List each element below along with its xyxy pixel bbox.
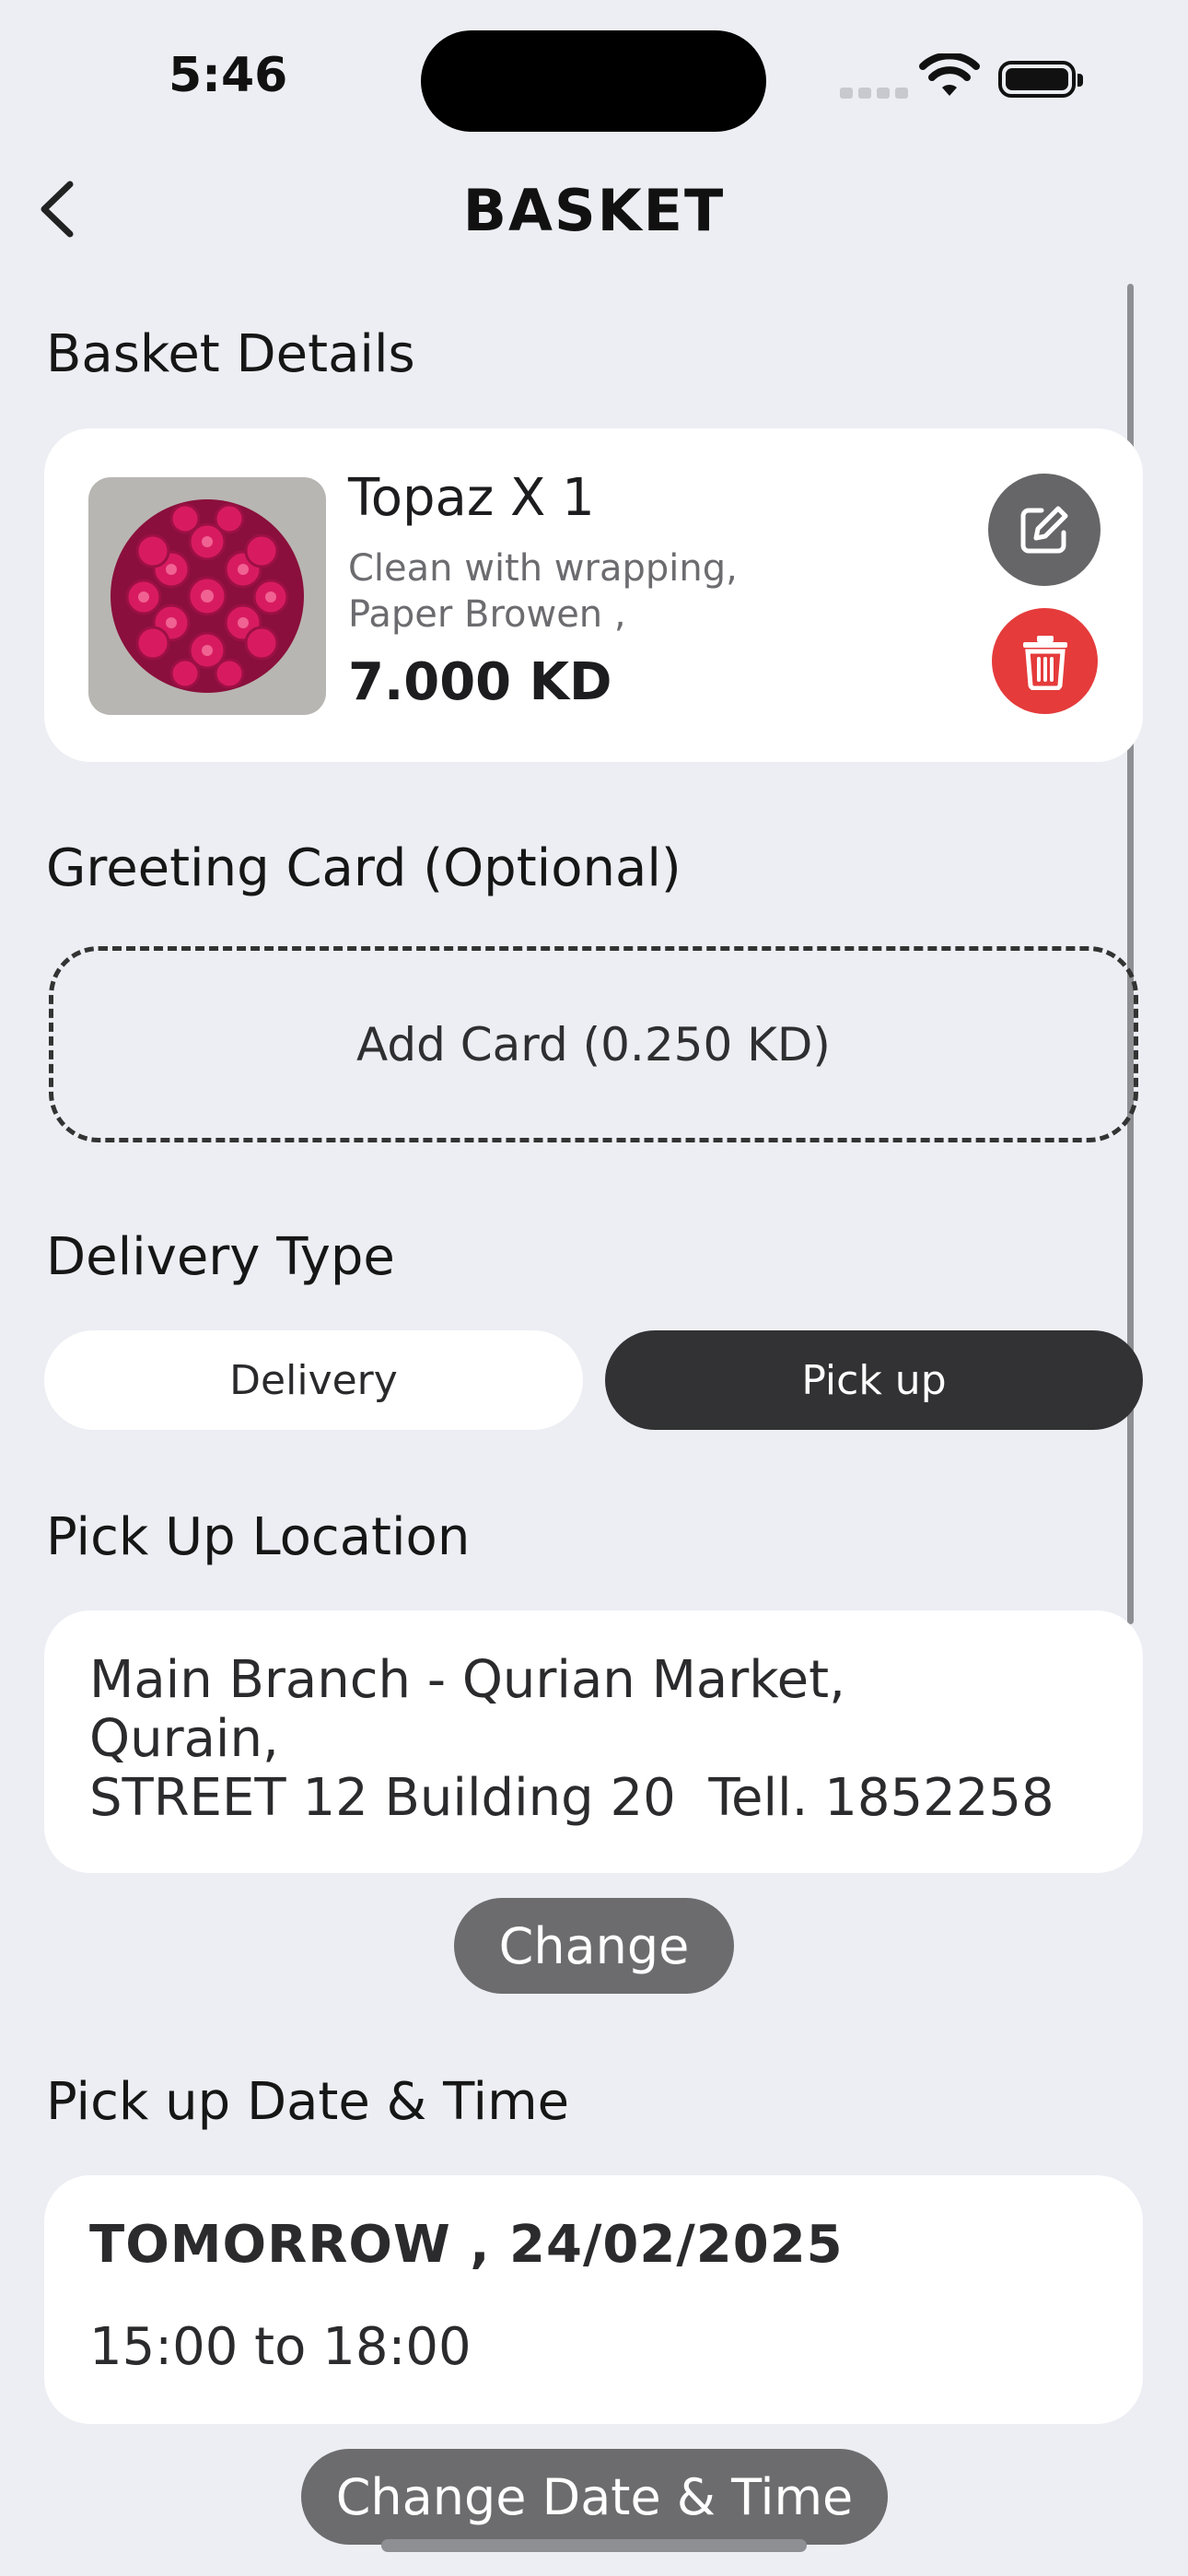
- delivery-option[interactable]: Delivery: [44, 1330, 583, 1430]
- product-description-line: Clean with wrapping,: [348, 547, 738, 590]
- edit-icon: [1020, 506, 1068, 554]
- delete-item-button[interactable]: [992, 608, 1098, 714]
- battery-icon: [998, 61, 1083, 98]
- address-line: STREET 12 Building 20 Tell. 1852258: [89, 1768, 1054, 1828]
- change-location-button[interactable]: Change: [454, 1898, 734, 1994]
- pickup-date-title: Pick up Date & Time: [46, 2072, 570, 2132]
- product-name: Topaz X 1: [348, 468, 595, 528]
- edit-item-button[interactable]: [988, 474, 1101, 586]
- product-description-line: Paper Browen ,: [348, 593, 626, 636]
- greeting-card-title: Greeting Card (Optional): [46, 838, 681, 898]
- product-description: Clean with wrapping, Paper Browen ,: [348, 545, 738, 638]
- address-line: Main Branch - Qurian Market,: [89, 1650, 845, 1710]
- pickup-location-title: Pick Up Location: [46, 1507, 471, 1567]
- pickup-option[interactable]: Pick up: [605, 1330, 1143, 1430]
- product-price: 7.000 KD: [348, 652, 612, 712]
- dynamic-island: [421, 30, 766, 132]
- trash-icon: [1022, 635, 1067, 690]
- wifi-icon: [919, 53, 980, 96]
- signal-icon: [840, 85, 914, 102]
- add-card-button[interactable]: Add Card (0.250 KD): [49, 946, 1138, 1142]
- delivery-type-title: Delivery Type: [46, 1227, 395, 1287]
- change-date-time-button[interactable]: Change Date & Time: [301, 2449, 888, 2545]
- pickup-time: 15:00 to 18:00: [89, 2317, 472, 2377]
- pickup-address: Main Branch - Qurian Market, Qurain, STR…: [89, 1651, 1054, 1828]
- address-line: Qurain,: [89, 1709, 279, 1769]
- pickup-date: TOMORROW , 24/02/2025: [89, 2215, 844, 2275]
- page-title: BASKET: [462, 177, 726, 244]
- basket-details-title: Basket Details: [46, 324, 415, 384]
- home-indicator[interactable]: [381, 2539, 807, 2552]
- product-image: [88, 477, 326, 715]
- status-time: 5:46: [169, 48, 288, 103]
- add-card-label: Add Card (0.250 KD): [356, 1017, 831, 1071]
- pickup-date-card: [44, 2175, 1143, 2424]
